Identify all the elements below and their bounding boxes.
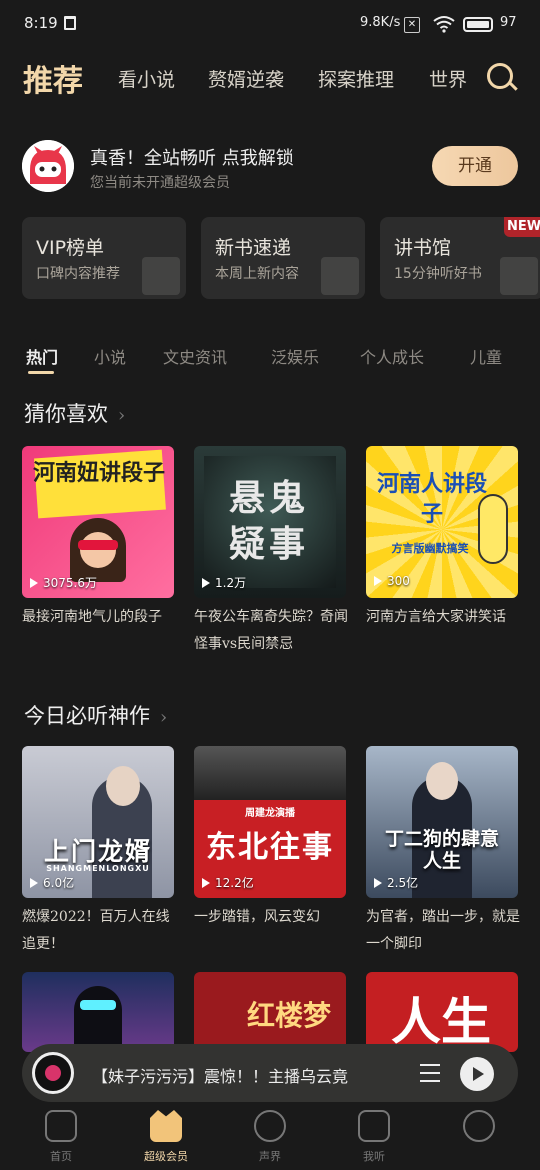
- playlist-icon[interactable]: [420, 1064, 440, 1082]
- section-must-listen[interactable]: 今日必听神作 ›: [24, 700, 167, 730]
- tab-novels[interactable]: 看小说: [118, 65, 175, 92]
- bookshelf-icon: [500, 257, 538, 295]
- card-vip-ranking[interactable]: VIP榜单 口碑内容推荐: [22, 217, 186, 299]
- vip-title: 真香！全站畅听 点我解锁: [90, 148, 294, 169]
- card-title: 讲书馆: [394, 237, 452, 259]
- book-icon: [321, 257, 359, 295]
- player-title: 【妹子污污污】震惊！！主播乌云竟: [92, 1067, 349, 1086]
- open-vip-button[interactable]: 开通: [432, 146, 518, 186]
- trophy-icon: [142, 257, 180, 295]
- book-cover: 人生: [366, 972, 518, 1052]
- play-icon: [30, 578, 38, 588]
- nav-profile[interactable]: [444, 1110, 514, 1148]
- subtab-entertainment[interactable]: 泛娱乐: [271, 344, 319, 368]
- cover-title: 河南人讲段子: [376, 472, 487, 527]
- network-speed: 9.8K/s: [360, 15, 401, 30]
- play-square-icon: [358, 1110, 390, 1142]
- subtab-novel[interactable]: 小说: [94, 344, 126, 368]
- subtab-history[interactable]: 文史资讯: [163, 344, 227, 368]
- play-button[interactable]: [460, 1057, 494, 1091]
- chevron-right-icon: ›: [160, 707, 168, 728]
- play-count: 300: [374, 574, 410, 588]
- play-icon: [374, 878, 382, 888]
- play-icon: [202, 578, 210, 588]
- vip-subtitle: 您当前未开通超级会员: [90, 175, 230, 191]
- book-title: 一步踏错，风云变幻: [194, 909, 320, 925]
- book-title: 午夜公车离奇失踪？奇闻怪事vs民间禁忌: [194, 609, 348, 652]
- card-new-books[interactable]: 新书速递 本周上新内容: [201, 217, 365, 299]
- play-count: 12.2亿: [202, 874, 254, 891]
- card-subtitle: 口碑内容推荐: [36, 266, 120, 282]
- cover-subtitle: SHANGMENLONGXU: [46, 864, 150, 873]
- play-icon: [202, 878, 210, 888]
- wifi-icon: [433, 16, 455, 33]
- home-icon: [45, 1110, 77, 1142]
- mascot-avatar: [22, 140, 74, 192]
- nav-home[interactable]: 首页: [26, 1110, 96, 1164]
- cover-subtitle: 周建龙演播: [245, 808, 295, 819]
- nav-voice[interactable]: 声界: [235, 1110, 305, 1164]
- smile-icon: [463, 1110, 495, 1142]
- card-title: VIP榜单: [36, 237, 105, 259]
- soundwave-icon: [254, 1110, 286, 1142]
- cover-subtitle: 方言版幽默搞笑: [391, 542, 469, 555]
- subtab-growth[interactable]: 个人成长: [360, 344, 424, 368]
- status-bar: 8:19 9.8K/s ✕ 97: [0, 0, 540, 46]
- book-title: 燃爆2022！百万人在线追更！: [22, 909, 170, 952]
- play-count: 2.5亿: [374, 874, 418, 891]
- subtab-children[interactable]: 儿童: [470, 344, 502, 368]
- card-subtitle: 15分钟听好书: [394, 266, 482, 282]
- cover-title: 人生: [391, 993, 491, 1051]
- card-title: 新书速递: [215, 237, 292, 259]
- play-count: 1.2万: [202, 574, 246, 591]
- play-count: 3075.6万: [30, 574, 97, 591]
- cover-title: 红楼梦: [246, 999, 331, 1032]
- mini-player[interactable]: 【妹子污污污】震惊！！主播乌云竟: [22, 1044, 518, 1102]
- cover-title: 丁二狗的肆意人生: [384, 828, 499, 872]
- nav-my-listen[interactable]: 我听: [339, 1110, 409, 1164]
- crown-icon: [150, 1110, 182, 1142]
- section-guess-you-like[interactable]: 猜你喜欢 ›: [24, 398, 125, 428]
- battery-percent: 97: [500, 15, 517, 30]
- book-title: 河南方言给大家讲笑话: [366, 609, 506, 625]
- subtab-hot[interactable]: 热门: [26, 344, 58, 368]
- tab-son-in-law[interactable]: 赘婿逆袭: [208, 65, 284, 92]
- sub-tabs: 热门 小说 文史资讯 泛娱乐 个人成长 儿童: [0, 340, 540, 380]
- category-cards: VIP榜单 口碑内容推荐 新书速递 本周上新内容 讲书馆 15分钟听好书: [22, 217, 540, 299]
- play-icon: [374, 576, 382, 586]
- chevron-right-icon: ›: [118, 405, 126, 426]
- subtab-underline: [28, 371, 54, 374]
- tab-world[interactable]: 世界: [429, 65, 467, 92]
- vip-banner[interactable]: 真香！全站畅听 点我解锁 您当前未开通超级会员 开通: [22, 140, 522, 202]
- search-icon[interactable]: [487, 63, 513, 89]
- cover-title: 东北往事: [206, 830, 334, 865]
- card-subtitle: 本周上新内容: [215, 266, 299, 282]
- sim-icon: ✕: [404, 17, 420, 33]
- top-nav: 推荐 看小说 赘婿逆袭 探案推理 世界: [0, 52, 540, 102]
- tab-recommend[interactable]: 推荐: [23, 56, 83, 100]
- cover-title: 悬鬼疑事: [228, 478, 309, 565]
- cover-title: 河南妞讲段子: [32, 461, 165, 486]
- book-title: 为官者，踏出一步，就是一个脚印: [366, 909, 520, 952]
- book-cover: [22, 972, 174, 1052]
- bottom-nav: 首页 超级会员 声界 我听: [0, 1102, 540, 1170]
- section-title: 今日必听神作: [24, 704, 150, 728]
- status-time: 8:19: [24, 14, 58, 32]
- nav-vip[interactable]: 超级会员: [131, 1110, 201, 1164]
- trash-icon: [64, 16, 76, 30]
- book-cover: 红楼梦: [194, 972, 346, 1052]
- battery-icon: [463, 17, 493, 32]
- play-icon: [30, 878, 38, 888]
- cover-title: 上门龙婿: [43, 837, 152, 866]
- tab-mystery[interactable]: 探案推理: [318, 65, 394, 92]
- album-disc-icon[interactable]: [32, 1052, 74, 1094]
- book-title: 最接河南地气儿的段子: [22, 609, 162, 625]
- section-title: 猜你喜欢: [24, 402, 108, 426]
- play-count: 6.0亿: [30, 874, 74, 891]
- new-badge: NEW: [504, 217, 540, 237]
